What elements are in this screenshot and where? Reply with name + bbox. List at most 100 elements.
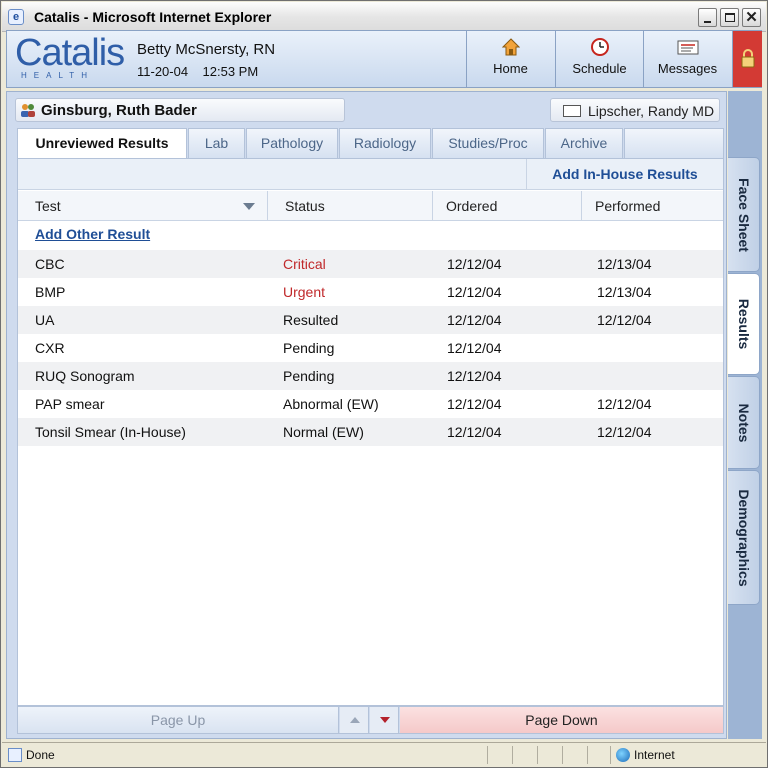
column-performed[interactable]: Performed: [582, 191, 723, 221]
cell-test: BMP: [35, 284, 66, 300]
side-tab-label: Notes: [735, 403, 752, 442]
side-tabs: Face Sheet Results Notes Demographics: [728, 91, 762, 739]
cell-test: PAP smear: [35, 396, 105, 412]
table-row[interactable]: PAP smear Abnormal (EW) 12/12/04 12/12/0…: [18, 390, 723, 418]
id-card-icon: [563, 105, 581, 117]
cell-status: Resulted: [283, 312, 339, 328]
cell-status: Urgent: [283, 284, 326, 300]
tab-pathology[interactable]: Pathology: [246, 128, 338, 158]
scroll-down-button[interactable]: [370, 707, 399, 733]
user-name: Betty McSnersty, RN: [137, 41, 276, 58]
close-icon: ✕: [745, 9, 758, 26]
maximize-button[interactable]: [720, 8, 739, 27]
tab-empty: [624, 128, 724, 158]
results-panel: Ginsburg, Ruth Bader Lipscher, Randy MD …: [6, 91, 727, 739]
catalis-logo: Catalis HEALTH: [15, 32, 127, 83]
status-divider: [587, 746, 588, 764]
cell-ordered: 12/12/04: [447, 256, 502, 272]
tab-archive[interactable]: Archive: [545, 128, 623, 158]
side-tab-label: Results: [735, 298, 752, 350]
table-row[interactable]: Tonsil Smear (In-House) Normal (EW) 12/1…: [18, 418, 723, 446]
tab-lab[interactable]: Lab: [188, 128, 245, 158]
people-icon: [21, 104, 35, 117]
app-header: Catalis HEALTH Betty McSnersty, RN 11-20…: [6, 30, 762, 88]
side-tab-face-sheet[interactable]: Face Sheet: [728, 157, 760, 272]
lock-button[interactable]: [732, 31, 762, 87]
logo-main-text: Catalis: [15, 32, 125, 74]
results-tabs: Unreviewed Results Lab Pathology Radiolo…: [17, 128, 724, 159]
cell-status: Normal (EW): [283, 424, 364, 440]
table-header: Test Status Ordered Performed: [18, 191, 723, 221]
minimize-button[interactable]: [698, 8, 717, 27]
provider-banner[interactable]: Lipscher, Randy MD: [550, 98, 720, 122]
arrow-up-icon: [350, 717, 360, 723]
title-bar: e Catalis - Microsoft Internet Explorer …: [2, 2, 766, 32]
nav-home-button[interactable]: Home: [466, 31, 554, 87]
paging-bar: Page Up Page Down: [17, 706, 724, 734]
minimize-icon: [704, 21, 711, 23]
add-other-result-link[interactable]: Add Other Result: [35, 226, 150, 242]
side-tab-notes[interactable]: Notes: [728, 376, 760, 469]
scroll-up-button[interactable]: [340, 707, 369, 733]
cell-performed: 12/12/04: [597, 396, 652, 412]
cell-performed: 12/13/04: [597, 256, 652, 272]
table-row[interactable]: CXR Pending 12/12/04: [18, 334, 723, 362]
page-icon: [8, 748, 22, 762]
sort-descending-icon[interactable]: [243, 203, 255, 210]
cell-ordered: 12/12/04: [447, 368, 502, 384]
lock-icon: [741, 49, 755, 68]
tab-unreviewed-results[interactable]: Unreviewed Results: [17, 128, 187, 159]
maximize-icon: [725, 13, 735, 22]
table-row[interactable]: CBC Critical 12/12/04 12/13/04: [18, 250, 723, 278]
status-divider: [610, 746, 611, 764]
page-up-button[interactable]: Page Up: [18, 707, 339, 733]
tab-radiology[interactable]: Radiology: [339, 128, 431, 158]
nav-schedule-button[interactable]: Schedule: [555, 31, 643, 87]
close-button[interactable]: ✕: [742, 8, 761, 27]
column-ordered[interactable]: Ordered: [433, 191, 582, 221]
window-title: Catalis - Microsoft Internet Explorer: [34, 9, 272, 25]
table-row[interactable]: BMP Urgent 12/12/04 12/13/04: [18, 278, 723, 306]
ie-icon: e: [8, 9, 24, 25]
logo-sub-text: HEALTH: [21, 71, 94, 80]
cell-ordered: 12/12/04: [447, 312, 502, 328]
add-in-house-results-button[interactable]: Add In-House Results: [526, 159, 723, 190]
side-tab-demographics[interactable]: Demographics: [728, 470, 760, 605]
cell-status: Critical: [283, 256, 326, 272]
nav-messages-button[interactable]: Messages: [643, 31, 731, 87]
cell-performed: 12/12/04: [597, 312, 652, 328]
status-bar: Done Internet: [2, 742, 766, 767]
column-test[interactable]: Test: [18, 191, 268, 221]
arrow-down-icon: [380, 717, 390, 723]
results-content: Add In-House Results Test Status Ordered…: [17, 158, 724, 706]
status-text: Done: [26, 748, 55, 762]
nav-schedule-label: Schedule: [572, 61, 627, 76]
tab-studies-proc[interactable]: Studies/Proc: [432, 128, 544, 158]
patient-name: Ginsburg, Ruth Bader: [41, 102, 197, 119]
status-divider: [487, 746, 488, 764]
patient-banner[interactable]: Ginsburg, Ruth Bader: [15, 98, 345, 122]
side-tab-results[interactable]: Results: [728, 273, 760, 375]
page-down-button[interactable]: Page Down: [400, 707, 723, 733]
column-status[interactable]: Status: [268, 191, 433, 221]
status-divider: [512, 746, 513, 764]
cell-test: UA: [35, 312, 55, 328]
messages-icon: [677, 40, 699, 55]
cell-status: Abnormal (EW): [283, 396, 379, 412]
status-divider: [562, 746, 563, 764]
table-row[interactable]: UA Resulted 12/12/04 12/12/04: [18, 306, 723, 334]
cell-ordered: 12/12/04: [447, 424, 502, 440]
table-row[interactable]: RUQ Sonogram Pending 12/12/04: [18, 362, 723, 390]
cell-ordered: 12/12/04: [447, 340, 502, 356]
browser-window: e Catalis - Microsoft Internet Explorer …: [0, 0, 768, 768]
provider-name: Lipscher, Randy MD: [588, 103, 715, 119]
cell-test: CBC: [35, 256, 65, 272]
globe-icon: [616, 748, 630, 762]
status-divider: [537, 746, 538, 764]
cell-status: Pending: [283, 340, 335, 356]
home-icon: [502, 38, 520, 56]
nav-messages-label: Messages: [657, 61, 718, 76]
date-time: 11-20-04 12:53 PM: [137, 64, 259, 79]
cell-status: Pending: [283, 368, 335, 384]
cell-test: Tonsil Smear (In-House): [35, 424, 186, 440]
